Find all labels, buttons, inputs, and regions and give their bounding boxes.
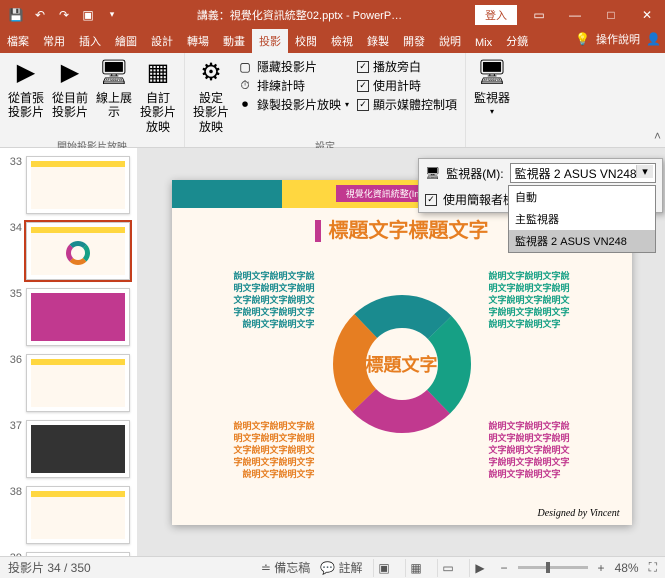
- record-slideshow-button[interactable]: ⏺錄製投影片放映 ▾: [233, 95, 353, 114]
- present-online-button[interactable]: 🖥線上展 示: [92, 55, 136, 122]
- from-current-button[interactable]: ▶從目前 投影片: [48, 55, 92, 122]
- monitor-option-asus[interactable]: 監視器 2 ASUS VN248: [509, 230, 655, 252]
- ribbon: ▶從首張 投影片 ▶從目前 投影片 🖥線上展 示 ▦自訂 投影片放映 開始投影片…: [0, 53, 665, 148]
- thumb-34[interactable]: [26, 222, 130, 280]
- normal-view-icon[interactable]: ▣: [373, 559, 395, 577]
- play-narrations-checkbox[interactable]: ✓播放旁白: [353, 57, 461, 76]
- monitor-option-primary[interactable]: 主監視器: [509, 208, 655, 230]
- tab-animations[interactable]: 動畫: [216, 29, 252, 53]
- tab-storyboard[interactable]: 分鏡: [499, 29, 535, 53]
- monitor-options-list: 自動 主監視器 監視器 2 ASUS VN248: [508, 185, 656, 253]
- tab-transitions[interactable]: 轉場: [180, 29, 216, 53]
- thumb-35[interactable]: [26, 288, 130, 346]
- sorter-view-icon[interactable]: ▦: [405, 559, 427, 577]
- thumb-33[interactable]: [26, 156, 130, 214]
- tab-developer[interactable]: 開發: [396, 29, 432, 53]
- tab-mix[interactable]: Mix: [468, 33, 499, 53]
- tab-review[interactable]: 校閱: [288, 29, 324, 53]
- tab-view[interactable]: 檢視: [324, 29, 360, 53]
- play-from-current-icon: ▶: [54, 57, 86, 89]
- tab-slideshow[interactable]: 投影: [252, 29, 288, 53]
- document-title: 講義：視覺化資訊統整02.pptx - PowerP…: [128, 7, 471, 23]
- tab-record[interactable]: 錄製: [360, 29, 396, 53]
- tab-insert[interactable]: 插入: [72, 29, 108, 53]
- redo-icon[interactable]: ↷: [54, 5, 74, 25]
- slide-thumbnails[interactable]: 33 34 35 36 37 38 39: [0, 148, 138, 556]
- slide-counter[interactable]: 投影片 34 / 350: [8, 559, 91, 576]
- from-beginning-button[interactable]: ▶從首張 投影片: [4, 55, 48, 122]
- rehearse-timings-button[interactable]: ⏱排練計時: [233, 76, 353, 95]
- tab-draw[interactable]: 繪圖: [108, 29, 144, 53]
- reading-view-icon[interactable]: ▭: [437, 559, 459, 577]
- fit-to-window-icon[interactable]: ⛶: [649, 560, 657, 575]
- donut-center-label: 標題文字: [366, 351, 438, 377]
- monitor-dropdown-panel: 🖥 監視器(M): 監視器 2 ASUS VN248 ✓ 使用簡報者檢 自動 主…: [418, 158, 663, 213]
- record-icon: ⏺: [237, 97, 253, 113]
- monitor-select-icon: 🖥: [425, 166, 440, 180]
- tab-file[interactable]: 檔案: [0, 29, 36, 53]
- tab-help[interactable]: 說明: [432, 29, 468, 53]
- thumb-36[interactable]: [26, 354, 130, 412]
- thumb-37[interactable]: [26, 420, 130, 478]
- titlebar: 💾 ↶ ↷ ▣ ▾ 講義：視覺化資訊統整02.pptx - PowerP… 登入…: [0, 0, 665, 29]
- minimize-icon[interactable]: ―: [557, 0, 593, 29]
- hide-slide-button[interactable]: ▢隱藏投影片: [233, 57, 353, 76]
- custom-show-icon: ▦: [142, 57, 174, 89]
- monitor-label: 監視器(M):: [446, 165, 503, 182]
- tab-design[interactable]: 設計: [144, 29, 180, 53]
- close-icon[interactable]: ✕: [629, 0, 665, 29]
- ribbon-options-icon[interactable]: ▭: [521, 0, 557, 29]
- login-button[interactable]: 登入: [475, 5, 517, 25]
- designed-by: Designed by Vincent: [537, 508, 619, 519]
- text-block-br: 說明文字說明文字說 明文字說明文字說明 文字說明文字說明文 字說明文字說明文字 …: [489, 420, 604, 481]
- ribbon-tabs: 檔案 常用 插入 繪圖 設計 轉場 動畫 投影 校閱 檢視 錄製 開發 說明 M…: [0, 29, 665, 53]
- hide-slide-icon: ▢: [237, 59, 253, 75]
- timer-icon: ⏱: [237, 78, 253, 94]
- save-icon[interactable]: 💾: [6, 5, 26, 25]
- checkbox-checked-icon: ✓: [357, 99, 369, 111]
- presenter-view-label: 使用簡報者檢: [443, 191, 515, 208]
- maximize-icon[interactable]: □: [593, 0, 629, 29]
- use-timings-checkbox[interactable]: ✓使用計時: [353, 76, 461, 95]
- qat-more-icon[interactable]: ▾: [102, 5, 122, 25]
- present-online-icon: 🖥: [98, 57, 130, 89]
- lightbulb-icon[interactable]: 💡: [575, 32, 590, 46]
- text-block-tl: 說明文字說明文字說 明文字說明文字說明 文字說明文字說明文 字說明文字說明文字 …: [200, 270, 315, 331]
- text-block-tr: 說明文字說明文字說 明文字說明文字說明 文字說明文字說明文 字說明文字說明文字 …: [489, 270, 604, 331]
- zoom-out-icon[interactable]: −: [501, 561, 508, 575]
- zoom-level[interactable]: 48%: [615, 561, 639, 575]
- undo-icon[interactable]: ↶: [30, 5, 50, 25]
- donut-chart: 標題文字: [327, 289, 477, 439]
- checkbox-checked-icon: ✓: [357, 80, 369, 92]
- setup-slideshow-button[interactable]: ⚙設定 投影片放映: [189, 55, 233, 136]
- monitor-select[interactable]: 監視器 2 ASUS VN248: [510, 163, 656, 183]
- comments-button[interactable]: 💬 註解: [320, 559, 362, 576]
- notes-button[interactable]: ≐ 備忘稿: [261, 559, 310, 576]
- tab-home[interactable]: 常用: [36, 29, 72, 53]
- slideshow-view-icon[interactable]: ▶: [469, 559, 491, 577]
- start-slideshow-icon[interactable]: ▣: [78, 5, 98, 25]
- zoom-slider[interactable]: [518, 566, 588, 569]
- checkbox-checked-icon: ✓: [357, 61, 369, 73]
- statusbar: 投影片 34 / 350 ≐ 備忘稿 💬 註解 ▣ ▦ ▭ ▶ − + 48% …: [0, 556, 665, 578]
- monitor-button[interactable]: 🖥監視器▾: [470, 55, 514, 119]
- custom-slideshow-button[interactable]: ▦自訂 投影片放映: [136, 55, 180, 136]
- setup-icon: ⚙: [195, 57, 227, 89]
- show-media-controls-checkbox[interactable]: ✓顯示媒體控制項: [353, 95, 461, 114]
- text-block-bl: 說明文字說明文字說 明文字說明文字說明 文字說明文字說明文 字說明文字說明文字 …: [200, 420, 315, 481]
- checkbox-checked-icon[interactable]: ✓: [425, 194, 437, 206]
- quick-access-toolbar: 💾 ↶ ↷ ▣ ▾: [0, 5, 128, 25]
- play-from-start-icon: ▶: [10, 57, 42, 89]
- monitor-option-auto[interactable]: 自動: [509, 186, 655, 208]
- zoom-in-icon[interactable]: +: [598, 561, 605, 575]
- monitor-icon: 🖥: [476, 57, 508, 89]
- collapse-ribbon-icon[interactable]: ˄: [654, 129, 661, 143]
- share-icon[interactable]: 👤: [646, 32, 661, 46]
- thumb-38[interactable]: [26, 486, 130, 544]
- tell-me-label[interactable]: 操作說明: [596, 31, 640, 47]
